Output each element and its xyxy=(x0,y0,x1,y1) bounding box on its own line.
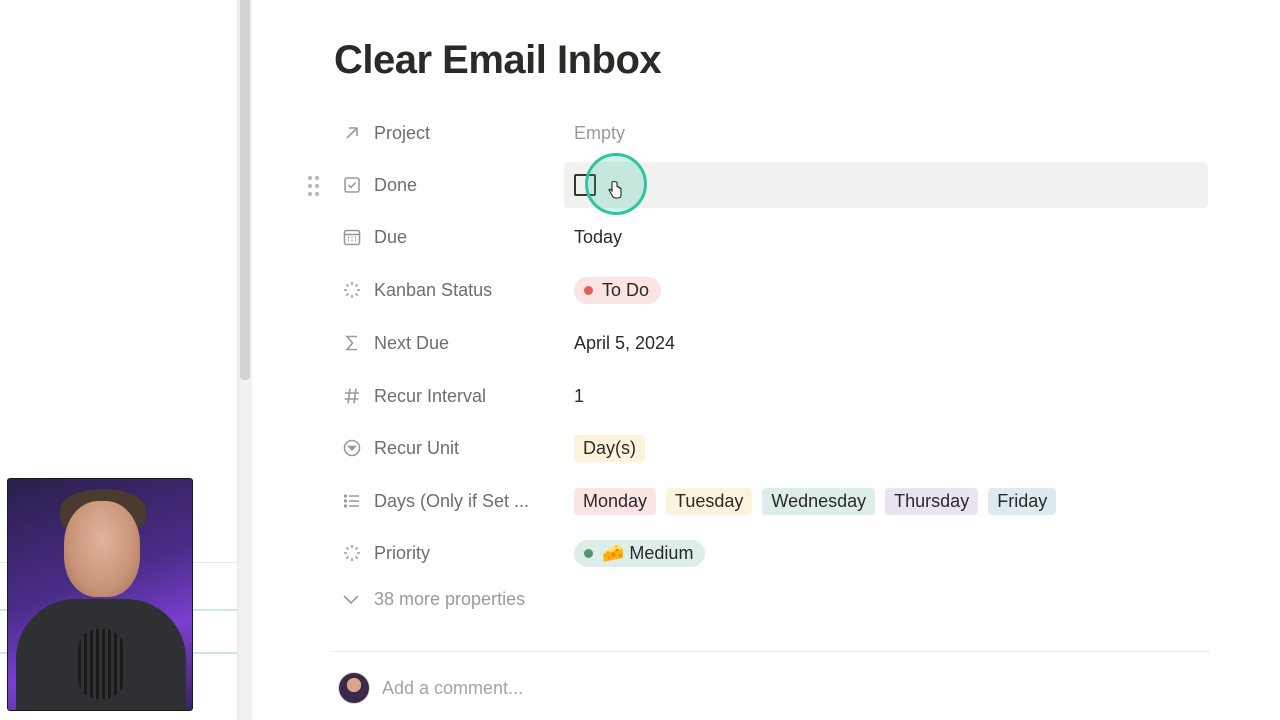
drag-handle-icon[interactable] xyxy=(306,175,322,197)
property-label-text: Done xyxy=(374,174,418,195)
property-label-text: Days (Only if Set ... xyxy=(374,490,530,511)
property-row-done: Done xyxy=(334,162,1208,208)
day-tag-monday[interactable]: Monday xyxy=(574,487,657,515)
done-value[interactable] xyxy=(564,162,1208,208)
hand-cursor-icon xyxy=(608,181,622,199)
property-label[interactable]: Recur Interval xyxy=(334,384,574,408)
property-label-text: Due xyxy=(374,226,408,247)
checkbox-icon xyxy=(340,173,364,197)
chevron-down-icon xyxy=(343,595,359,605)
property-label-text: Project xyxy=(374,122,431,143)
property-row-recur-interval: Recur Interval 1 xyxy=(334,374,1208,418)
property-label[interactable]: Days (Only if Set ... xyxy=(334,489,574,513)
due-value[interactable]: Today xyxy=(574,215,1208,259)
property-row-next-due: Next Due April 5, 2024 xyxy=(334,321,1208,365)
day-tag-wednesday[interactable]: Wednesday xyxy=(762,487,876,515)
next-due-value[interactable]: April 5, 2024 xyxy=(574,321,1208,365)
calendar-icon xyxy=(340,225,364,249)
status-tag[interactable]: To Do xyxy=(574,276,662,304)
divider xyxy=(330,651,1210,652)
microphone-icon xyxy=(78,629,124,699)
day-tag-friday[interactable]: Friday xyxy=(988,487,1057,515)
avatar xyxy=(338,672,370,704)
status-icon xyxy=(340,541,364,565)
property-label-text: Next Due xyxy=(374,332,450,353)
scrollbar[interactable] xyxy=(237,0,252,720)
priority-tag-label: 🧀 Medium xyxy=(602,542,694,563)
property-label[interactable]: Done xyxy=(334,173,574,197)
comment-input[interactable] xyxy=(382,677,782,699)
comment-bar xyxy=(338,672,782,704)
status-icon xyxy=(340,278,364,302)
priority-tag[interactable]: 🧀 Medium xyxy=(574,539,706,567)
status-tag-label: To Do xyxy=(602,279,650,300)
property-label-text: Recur Unit xyxy=(374,437,460,458)
recur-unit-value[interactable]: Day(s) xyxy=(574,426,1208,470)
property-label-text: Recur Interval xyxy=(374,385,487,406)
property-row-project: Project Empty xyxy=(334,111,1208,155)
property-label-text: Kanban Status xyxy=(374,279,493,300)
select-icon xyxy=(340,436,364,460)
kanban-status-value[interactable]: To Do xyxy=(574,268,1208,312)
priority-dot xyxy=(584,548,593,558)
property-row-priority: Priority 🧀 Medium xyxy=(334,531,1208,575)
days-value[interactable]: Monday Tuesday Wednesday Thursday Friday xyxy=(574,479,1208,523)
hash-icon xyxy=(340,384,364,408)
more-properties-label: 38 more properties xyxy=(374,588,526,609)
property-label[interactable]: Project xyxy=(334,121,574,145)
day-tag-thursday[interactable]: Thursday xyxy=(885,487,979,515)
project-value[interactable]: Empty xyxy=(574,111,1208,155)
property-row-days: Days (Only if Set ... Monday Tuesday Wed… xyxy=(334,479,1208,523)
priority-value[interactable]: 🧀 Medium xyxy=(574,531,1208,575)
sigma-icon xyxy=(340,331,364,355)
select-tag[interactable]: Day(s) xyxy=(574,434,645,462)
property-label[interactable]: Priority xyxy=(334,541,574,565)
property-row-due: Due Today xyxy=(334,215,1208,259)
webcam-overlay xyxy=(7,478,193,711)
property-label[interactable]: Kanban Status xyxy=(334,278,574,302)
property-label[interactable]: Recur Unit xyxy=(334,436,574,460)
list-icon xyxy=(340,489,364,513)
property-label[interactable]: Next Due xyxy=(334,331,574,355)
status-dot xyxy=(584,285,593,295)
recur-interval-value[interactable]: 1 xyxy=(574,374,1208,418)
property-row-recur-unit: Recur Unit Day(s) xyxy=(334,426,1208,470)
property-row-kanban-status: Kanban Status To Do xyxy=(334,268,1208,312)
property-label-text: Priority xyxy=(374,542,431,563)
more-properties-toggle[interactable]: 38 more properties xyxy=(340,588,525,610)
scrollbar-thumb[interactable] xyxy=(240,0,250,380)
property-label[interactable]: Due xyxy=(334,225,574,249)
day-tag-tuesday[interactable]: Tuesday xyxy=(666,487,753,515)
arrow-up-right-icon xyxy=(340,121,364,145)
page-title[interactable]: Clear Email Inbox xyxy=(334,38,662,83)
webcam-face xyxy=(64,501,140,597)
